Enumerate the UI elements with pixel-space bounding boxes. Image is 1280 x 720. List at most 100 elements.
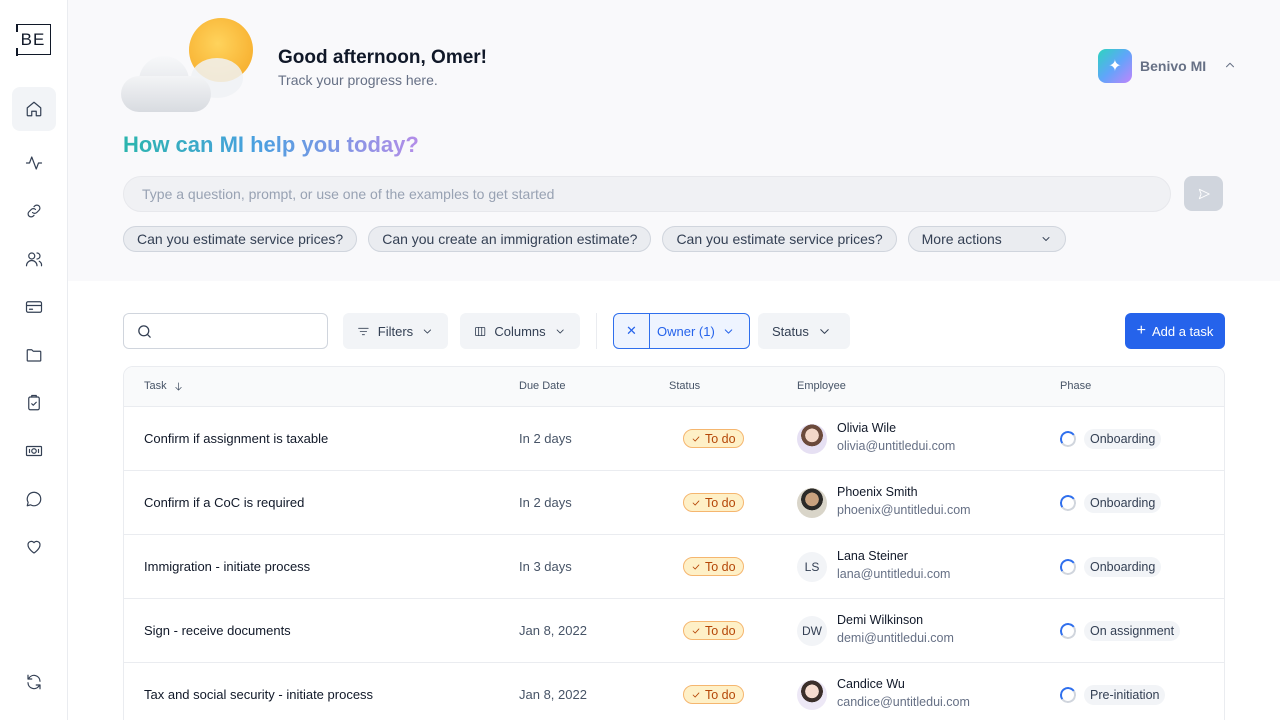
sidebar: BE (0, 0, 68, 720)
search-icon (138, 324, 151, 338)
owner-filter[interactable]: ✕ Owner (1) (613, 313, 750, 349)
suggestion-chip[interactable]: Can you estimate service prices? (662, 226, 897, 252)
due-date: Jan 8, 2022 (519, 623, 587, 638)
employee-name: Candice Wu (837, 677, 905, 691)
check-icon (692, 500, 700, 505)
nav-favorites[interactable] (12, 525, 56, 569)
message-icon (26, 491, 42, 507)
plus-icon: + (1136, 322, 1146, 339)
users-icon (25, 252, 43, 267)
table-row[interactable]: Immigration - initiate process In 3 days… (124, 534, 1224, 598)
task-name: Tax and social security - initiate proce… (144, 687, 374, 702)
assistant-menu[interactable]: ✦ Benivo MI (1098, 49, 1206, 83)
weather-illustration (121, 18, 261, 118)
column-header-due-date[interactable]: Due Date (519, 380, 565, 392)
filter-icon (358, 327, 369, 335)
toolbar-divider (596, 313, 597, 349)
task-name: Immigration - initiate process (144, 559, 311, 574)
nav-tasks[interactable] (12, 381, 56, 425)
phase-label: On assignment (1084, 621, 1181, 641)
check-icon (692, 692, 700, 697)
task-name: Sign - receive documents (144, 623, 291, 638)
phase-label: Pre-initiation (1084, 685, 1166, 705)
nav-links[interactable] (12, 189, 56, 233)
add-task-button[interactable]: + Add a task (1125, 313, 1225, 349)
phase-indicator: Onboarding (1058, 493, 1162, 513)
column-header-phase[interactable]: Phase (1060, 380, 1091, 392)
task-search-input[interactable] (123, 313, 328, 349)
nav-home[interactable] (12, 87, 56, 131)
folder-icon (26, 349, 42, 362)
assistant-title: How can MI help you today? (123, 132, 419, 157)
nav-users[interactable] (12, 237, 56, 281)
employee-email: phoenix@untitledui.com (837, 503, 971, 517)
columns-button[interactable]: Columns (460, 313, 580, 349)
chevron-down-icon (724, 328, 733, 334)
clear-filter-icon[interactable]: ✕ (614, 314, 650, 348)
nav-payments[interactable] (12, 429, 56, 473)
status-filter[interactable]: Status (758, 313, 850, 349)
nav-documents[interactable] (12, 333, 56, 377)
status-badge: To do (683, 621, 744, 640)
money-icon (25, 445, 43, 457)
progress-ring-icon (1058, 685, 1078, 705)
tasks-table: Task Due Date Status Employee Phase Conf… (123, 366, 1225, 720)
table-row[interactable]: Confirm if assignment is taxable In 2 da… (124, 406, 1224, 470)
progress-ring-icon (1058, 621, 1078, 641)
column-header-task[interactable]: Task (144, 380, 184, 392)
chevron-down-icon (820, 328, 829, 334)
prompt-input[interactable] (123, 176, 1171, 212)
employee-name: Lana Steiner (837, 549, 908, 563)
avatar-initials: LS (797, 552, 827, 582)
clipboard-check-icon (28, 394, 40, 411)
chevron-down-icon (556, 329, 564, 333)
brand-logo[interactable]: BE (16, 23, 51, 56)
send-button[interactable] (1184, 176, 1223, 211)
chevron-up-icon[interactable] (1223, 58, 1237, 72)
suggestion-chip[interactable]: Can you estimate service prices? (123, 226, 358, 252)
employee-email: demi@untitledui.com (837, 631, 954, 645)
employee-email: candice@untitledui.com (837, 695, 970, 709)
phase-label: Onboarding (1084, 493, 1162, 513)
hero-section: Good afternoon, Omer! Track your progres… (68, 0, 1280, 281)
task-name: Confirm if assignment is taxable (144, 431, 329, 446)
refresh-icon (27, 674, 41, 690)
table-row[interactable]: Sign - receive documents Jan 8, 2022 To … (124, 598, 1224, 662)
cloud-icon (121, 52, 243, 112)
task-name: Confirm if a CoC is required (144, 495, 305, 510)
check-icon (692, 436, 700, 441)
arrow-down-icon (175, 381, 182, 391)
nav-billing[interactable] (12, 285, 56, 329)
activity-icon (25, 156, 43, 170)
status-filter-label: Status (772, 323, 809, 339)
phase-indicator: Onboarding (1058, 429, 1162, 449)
suggestion-chip[interactable]: Can you create an immigration estimate? (368, 226, 652, 252)
greeting-subtitle: Track your progress here. (278, 72, 438, 88)
assistant-name: Benivo MI (1140, 58, 1207, 74)
filters-label: Filters (377, 323, 414, 339)
home-icon (26, 101, 42, 117)
table-row[interactable]: Confirm if a CoC is required In 2 days T… (124, 470, 1224, 534)
filters-button[interactable]: Filters (343, 313, 448, 349)
phase-label: Onboarding (1084, 557, 1162, 577)
avatar-initials: DW (797, 616, 827, 646)
greeting-title: Good afternoon, Omer! (278, 47, 487, 68)
phase-indicator: Pre-initiation (1058, 685, 1166, 705)
chevron-down-icon (1042, 237, 1050, 241)
status-badge: To do (683, 685, 744, 704)
nav-sync[interactable] (12, 660, 56, 704)
table-header: Task Due Date Status Employee Phase (124, 367, 1224, 406)
table-row[interactable]: Tax and social security - initiate proce… (124, 662, 1224, 720)
phase-indicator: Onboarding (1058, 557, 1162, 577)
nav-messages[interactable] (12, 477, 56, 521)
more-actions-dropdown[interactable]: More actions (907, 226, 1066, 252)
progress-ring-icon (1058, 429, 1078, 449)
nav-activity[interactable] (12, 141, 56, 185)
column-header-status[interactable]: Status (669, 380, 700, 392)
suggestion-chips: Can you estimate service prices? Can you… (123, 226, 1066, 252)
heart-icon (27, 540, 41, 554)
progress-ring-icon (1058, 493, 1078, 513)
due-date: In 2 days (519, 495, 572, 510)
employee-name: Olivia Wile (837, 421, 897, 435)
column-header-employee[interactable]: Employee (797, 380, 846, 392)
